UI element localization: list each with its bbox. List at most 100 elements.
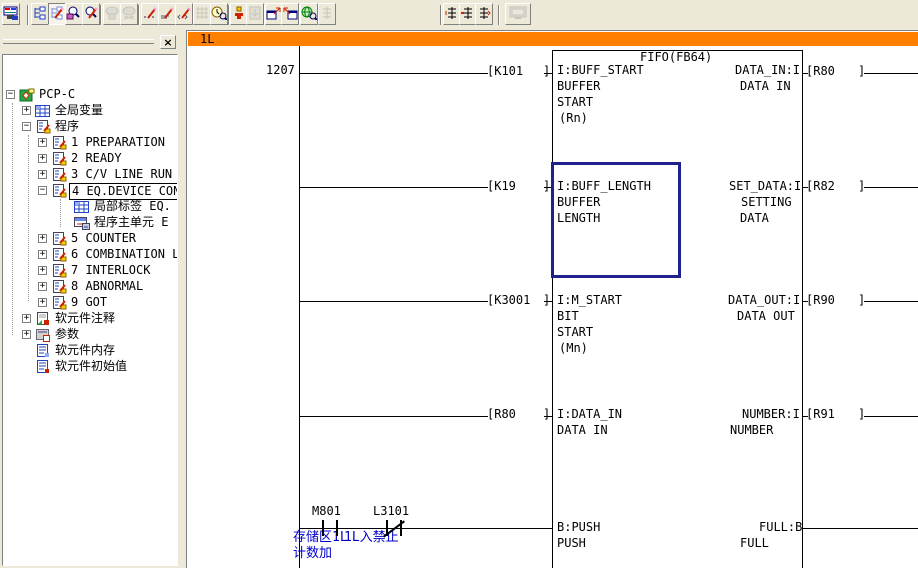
tree-item-7-interlock[interactable]: +7 INTERLOCK <box>3 263 178 279</box>
ladder-section-title: 1L <box>200 32 214 46</box>
expand-icon[interactable]: + <box>38 250 47 259</box>
expand-icon[interactable]: + <box>22 106 31 115</box>
tree-item-label[interactable]: 软元件初始值 <box>53 359 129 374</box>
tree-item-pcp-c[interactable]: − PCP-C <box>3 87 178 103</box>
toolbar-separator <box>138 5 140 25</box>
monitor-window-button <box>505 3 531 25</box>
tree-item--[interactable]: − 程序 <box>3 119 178 135</box>
rung-tool-button <box>318 3 336 25</box>
tree-item-5-counter[interactable]: +5 COUNTER <box>3 231 178 247</box>
collapse-icon[interactable]: − <box>22 122 31 131</box>
pin-m-start[interactable]: I:M_START <box>557 294 622 307</box>
write-mode-button[interactable] <box>82 3 100 25</box>
tree-item-label[interactable]: 5 COUNTER <box>69 231 138 246</box>
statement-edit-button[interactable] <box>158 3 176 25</box>
expand-icon[interactable]: + <box>38 154 47 163</box>
tree-item--[interactable]: + 参数 <box>3 327 178 343</box>
contact-m801-bar[interactable] <box>336 520 338 536</box>
operand-r82-out[interactable]: [R82 <box>806 180 835 193</box>
project-tree: −PCP-C+全局变量−程序+1 PREPARATION+2 READY+3 C… <box>2 54 178 566</box>
toolbar-separator <box>498 5 500 25</box>
tree-item-label[interactable]: 8 ABNORMAL <box>69 279 145 294</box>
tree-item--[interactable]: 软元件内存 <box>3 343 178 359</box>
find-device-button[interactable] <box>300 3 318 25</box>
ladder-edit-mode-button[interactable] <box>48 3 66 25</box>
tree-item-label[interactable]: 软元件注释 <box>53 311 117 326</box>
tree-item-label[interactable]: 4 EQ.DEVICE CON <box>69 183 178 200</box>
contact-m801-label[interactable]: M801 <box>312 505 341 518</box>
operand-k19[interactable]: [K19 <box>487 180 516 193</box>
tree-item-label[interactable]: PCP-C <box>37 87 77 102</box>
operand-r90-out[interactable]: [R90 <box>806 294 835 307</box>
tree-item-label[interactable]: 软元件内存 <box>53 343 117 358</box>
tree-item-label[interactable]: 1 PREPARATION <box>69 135 167 150</box>
panel-gripper[interactable] <box>3 39 154 44</box>
init-icon <box>35 360 51 378</box>
pin-data-in[interactable]: DATA_IN:I <box>735 64 800 77</box>
grid-button <box>193 3 211 25</box>
edit-rung-button[interactable] <box>475 3 493 25</box>
tree-item-9-got[interactable]: +9 GOT <box>3 295 178 311</box>
expand-icon[interactable]: + <box>38 170 47 179</box>
find-time-button[interactable] <box>210 3 228 25</box>
operand-r91-out[interactable]: [R91 <box>806 408 835 421</box>
contact-l3101-label[interactable]: L3101 <box>373 505 409 518</box>
tree-item-label[interactable]: 2 READY <box>69 151 124 166</box>
tree-item-8-abnormal[interactable]: +8 ABNORMAL <box>3 279 178 295</box>
tree-item--[interactable]: 软元件初始值 <box>3 359 178 375</box>
tree-item-label[interactable]: 参数 <box>53 327 81 342</box>
expand-icon[interactable]: + <box>38 234 47 243</box>
read-mode-button[interactable] <box>65 3 83 25</box>
tree-item-label[interactable]: 3 C/V LINE RUN <box>69 167 174 182</box>
jump-window-back-button[interactable] <box>281 3 299 25</box>
pin-set-data[interactable]: SET_DATA:I <box>729 180 801 193</box>
tree-item-label[interactable]: 9 GOT <box>69 295 109 310</box>
expand-icon[interactable]: + <box>22 314 31 323</box>
operand-k3001[interactable]: [K3001 <box>487 294 530 307</box>
operand-k101[interactable]: [K101 <box>487 65 523 78</box>
contact-m801-bar[interactable] <box>322 520 324 536</box>
tree-item--eq-[interactable]: 局部标签 EQ. <box>3 199 178 215</box>
expand-icon[interactable]: + <box>38 266 47 275</box>
pin-push[interactable]: B:PUSH <box>557 521 600 534</box>
device-comment-button[interactable] <box>141 3 159 25</box>
tree-item-4-eq-device-con[interactable]: − 4 EQ.DEVICE CON <box>3 183 178 199</box>
tree-item-1-preparation[interactable]: +1 PREPARATION <box>3 135 178 151</box>
expand-icon[interactable]: + <box>22 330 31 339</box>
tree-item-label[interactable]: 程序 <box>53 119 81 134</box>
transfer-setup-button[interactable] <box>2 3 20 25</box>
tree-item--[interactable]: + 全局变量 <box>3 103 178 119</box>
close-icon[interactable]: × <box>160 35 176 49</box>
tree-item--[interactable]: + 软元件注释 <box>3 311 178 327</box>
tree-item--e[interactable]: 程序主单元 E <box>3 215 178 231</box>
pin-data-in2[interactable]: I:DATA_IN <box>557 408 622 421</box>
collapse-icon[interactable]: − <box>38 186 47 195</box>
tree-item-label[interactable]: 局部标签 EQ. <box>92 199 173 214</box>
tree-item-label[interactable]: 全局变量 <box>53 103 105 118</box>
ladder-mode-button[interactable] <box>31 3 49 25</box>
tree-item-6-combination-li[interactable]: +6 COMBINATION LI <box>3 247 178 263</box>
note-edit-button[interactable] <box>175 3 193 25</box>
operand-r80-in[interactable]: [R80 <box>487 408 516 421</box>
tree-item-label[interactable]: 6 COMBINATION LI <box>69 247 178 262</box>
cell-selection-cursor[interactable] <box>551 162 681 278</box>
tree-item-2-ready[interactable]: +2 READY <box>3 151 178 167</box>
contact-l3101-bar[interactable] <box>386 520 388 536</box>
toolbar-separator <box>100 5 102 25</box>
tree-item-3-c-v-line-run[interactable]: +3 C/V LINE RUN <box>3 167 178 183</box>
ladder-section-header[interactable]: 1L <box>188 32 918 46</box>
tree-item-label[interactable]: 7 INTERLOCK <box>69 263 152 278</box>
fb-title[interactable]: FIFO(FB64) <box>640 51 712 64</box>
expand-icon[interactable]: + <box>38 138 47 147</box>
tree-item-label[interactable]: 程序主单元 E <box>92 215 170 230</box>
contact-l3101-bar[interactable] <box>400 520 402 536</box>
pin-data-out[interactable]: DATA_OUT:I <box>728 294 800 307</box>
pin-buff-start[interactable]: I:BUFF_START <box>557 64 644 77</box>
expand-icon[interactable]: + <box>38 298 47 307</box>
operand-r80-out[interactable]: [R80 <box>806 65 835 78</box>
expand-icon[interactable]: + <box>38 282 47 291</box>
pin-number[interactable]: NUMBER:I <box>742 408 800 421</box>
pin-full[interactable]: FULL:B <box>759 521 802 534</box>
download-button <box>246 3 264 25</box>
collapse-icon[interactable]: − <box>6 90 15 99</box>
